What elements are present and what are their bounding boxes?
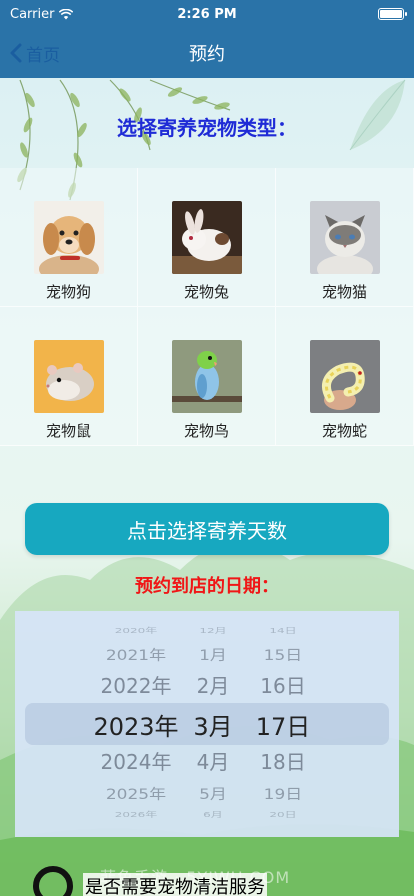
pet-option-cat[interactable]: 宠物猫 bbox=[276, 168, 414, 307]
picker-month-selected: 3月 bbox=[193, 712, 233, 741]
pet-label-cat: 宠物猫 bbox=[321, 283, 367, 301]
battery-icon bbox=[378, 8, 407, 20]
hamster-photo bbox=[33, 340, 104, 413]
pet-option-dog[interactable]: 宠物狗 bbox=[0, 168, 138, 307]
picker-day: 20日 bbox=[269, 810, 297, 819]
nav-bar: 首页 预约 bbox=[0, 28, 414, 78]
back-button[interactable]: 首页 bbox=[10, 40, 60, 66]
picker-day: 18日 bbox=[260, 749, 306, 774]
picker-day: 19日 bbox=[263, 785, 303, 803]
pet-type-title: 选择寄养宠物类型： bbox=[117, 116, 297, 140]
picker-day-selected: 17日 bbox=[255, 712, 311, 741]
picker-row[interactable]: 2025年 5月 19日 bbox=[15, 783, 399, 803]
pet-label-snake: 宠物蛇 bbox=[321, 422, 367, 440]
picker-day: 14日 bbox=[269, 626, 297, 635]
carrier-label: Carrier bbox=[10, 6, 55, 22]
pet-option-bird[interactable]: 宠物鸟 bbox=[138, 307, 276, 446]
picker-year: 2025年 bbox=[105, 785, 167, 803]
picker-day: 16日 bbox=[260, 673, 306, 698]
status-time: 2:26 PM bbox=[177, 6, 237, 22]
picker-row[interactable]: 2021年 1月 15日 bbox=[15, 644, 399, 664]
wifi-icon bbox=[59, 8, 74, 19]
page-title: 预约 bbox=[189, 44, 225, 65]
snake-photo bbox=[309, 340, 380, 413]
pet-label-dog: 宠物狗 bbox=[45, 283, 91, 301]
picker-row[interactable]: 2022年 2月 16日 bbox=[15, 671, 399, 698]
picker-row[interactable]: 2026年 6月 20日 bbox=[15, 810, 399, 818]
picker-year-selected: 2023年 bbox=[93, 712, 179, 741]
picker-month: 12月 bbox=[199, 626, 227, 635]
pet-type-grid: 宠物狗 宠物兔 宠物猫 宠物鼠 宠物鸟 宠物蛇 bbox=[0, 168, 414, 446]
pet-option-snake[interactable]: 宠物蛇 bbox=[276, 307, 414, 446]
clean-service-label: 是否需要宠物清洁服务 bbox=[83, 873, 267, 896]
dog-photo bbox=[33, 201, 104, 274]
pet-label-hamster: 宠物鼠 bbox=[45, 422, 91, 440]
cat-photo bbox=[309, 201, 380, 274]
picker-month: 1月 bbox=[199, 646, 227, 664]
bird-photo bbox=[171, 340, 242, 413]
picker-month: 2月 bbox=[196, 673, 230, 698]
picker-year: 2021年 bbox=[105, 646, 167, 664]
date-picker[interactable]: 2020年 12月 14日 2021年 1月 15日 2022年 2月 16日 … bbox=[15, 611, 399, 837]
picker-row[interactable]: 2024年 4月 18日 bbox=[15, 747, 399, 774]
clean-service-radio[interactable] bbox=[33, 866, 73, 896]
pet-label-rabbit: 宠物兔 bbox=[183, 283, 229, 301]
status-bar: Carrier 2:26 PM bbox=[0, 0, 414, 28]
picker-year: 2024年 bbox=[100, 749, 172, 774]
pet-option-hamster[interactable]: 宠物鼠 bbox=[0, 307, 138, 446]
clean-service-option[interactable]: 是否需要宠物清洁服务 bbox=[33, 862, 267, 896]
picker-month: 5月 bbox=[199, 785, 227, 803]
picker-row[interactable]: 2020年 12月 14日 bbox=[15, 626, 399, 634]
pet-option-rabbit[interactable]: 宠物兔 bbox=[138, 168, 276, 307]
picker-year: 2022年 bbox=[100, 673, 172, 698]
status-left: Carrier bbox=[10, 6, 74, 22]
chevron-left-icon bbox=[10, 43, 22, 63]
picker-year: 2020年 bbox=[114, 626, 158, 635]
picker-day: 15日 bbox=[263, 646, 303, 664]
picker-month: 4月 bbox=[196, 749, 230, 774]
picker-year: 2026年 bbox=[114, 810, 158, 819]
pet-label-bird: 宠物鸟 bbox=[183, 422, 229, 440]
select-days-button[interactable]: 点击选择寄养天数 bbox=[25, 503, 389, 555]
back-button-label: 首页 bbox=[26, 45, 60, 66]
arrival-date-title: 预约到店的日期： bbox=[135, 576, 279, 597]
picker-month: 6月 bbox=[203, 810, 223, 819]
picker-row-selected[interactable]: 2023年 3月 17日 bbox=[15, 705, 399, 743]
rabbit-photo bbox=[171, 201, 242, 274]
